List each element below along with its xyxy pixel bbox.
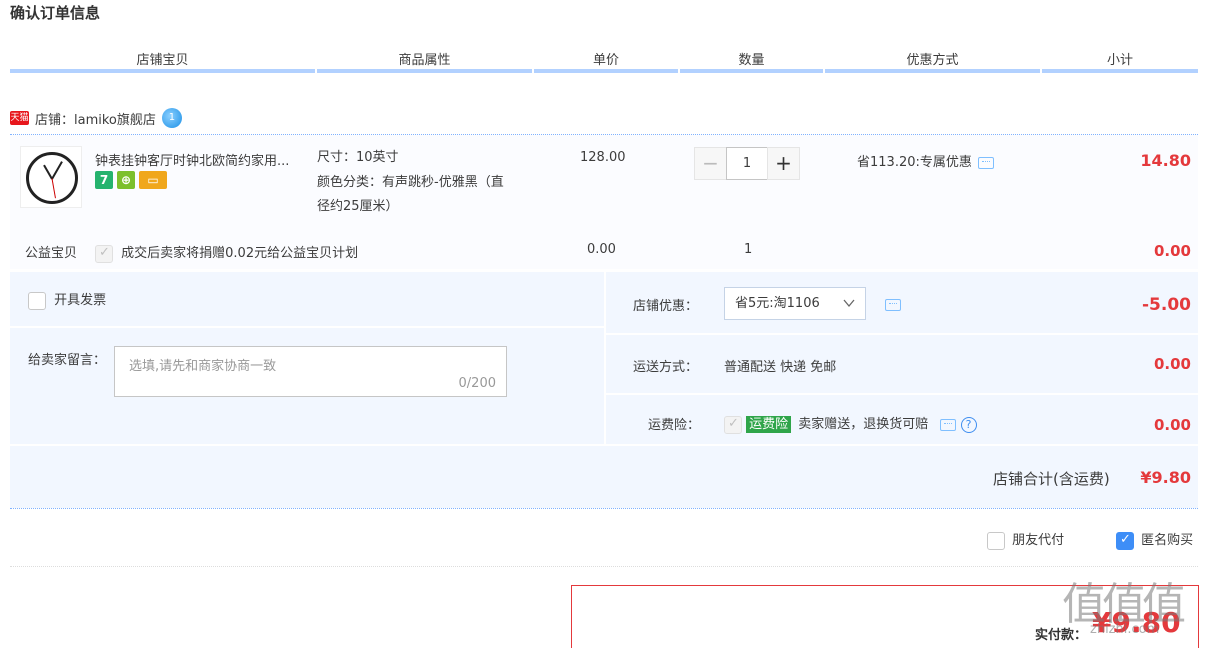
shop-discount-select[interactable]: 省5元:淘1106	[724, 287, 866, 320]
charity-checkbox	[95, 244, 113, 263]
memo-placeholder: 选填,请先和商家协商一致	[129, 359, 277, 374]
quantity-stepper: − 1 +	[694, 147, 800, 180]
page-title: 确认订单信息	[10, 4, 101, 22]
divider	[606, 393, 1198, 395]
comment-icon[interactable]	[885, 298, 901, 311]
attr-color-cont: 径约25厘米）	[317, 199, 399, 214]
header-underline	[317, 69, 532, 73]
shop-total-amount: ¥9.80	[1140, 468, 1191, 487]
shop-discount-label: 店铺优惠：	[633, 299, 699, 314]
chevron-down-icon	[843, 299, 855, 308]
invoice-label: 开具发票	[54, 293, 107, 308]
watermark-url: zhizhi.com	[1090, 622, 1160, 637]
comment-icon[interactable]	[977, 156, 994, 169]
attr-color: 颜色分类：有声跳秒-优雅黑（直	[317, 175, 504, 190]
shop-discount-value: 省5元:淘1106	[735, 296, 820, 311]
shop-total-label: 店铺合计(含运费)	[993, 470, 1110, 488]
header-underline	[10, 69, 315, 73]
column-header-subtotal: 小计	[1106, 53, 1133, 68]
product-title-link[interactable]: 钟表挂钟客厅时钟北欧简约家用...	[95, 150, 310, 169]
divider	[604, 272, 606, 444]
service-icons: 7 ⊕ ▭	[95, 171, 167, 189]
charity-subtotal: 0.00	[1153, 242, 1191, 260]
freight-insurance-badge: 运费险	[746, 416, 792, 433]
quantity-input[interactable]: 1	[726, 147, 768, 180]
charity-price: 0.00	[587, 242, 616, 257]
column-header-quantity: 数量	[738, 53, 765, 68]
column-header-attributes: 商品属性	[398, 53, 451, 68]
header-underline	[680, 69, 823, 73]
divider	[10, 444, 1198, 446]
shop-name-link[interactable]: 店铺：lamiko旗舰店	[35, 109, 156, 128]
anonymous-label: 匿名购买	[1141, 533, 1194, 548]
shipping-label: 运送方式：	[633, 360, 699, 375]
freight-insurance-checkbox	[724, 415, 742, 434]
column-header-discount: 优惠方式	[906, 53, 959, 68]
credit-card-icon[interactable]: ▭	[139, 171, 167, 189]
increase-button[interactable]: +	[767, 147, 800, 180]
attr-size: 尺寸：10英寸	[317, 150, 399, 165]
shop-discount-amount: -5.00	[1142, 295, 1191, 315]
tmall-icon: 天猫	[10, 111, 29, 125]
invoice-option[interactable]: 开具发票	[28, 289, 106, 310]
freight-insurance-option: 运费险 卖家赠送，退换货可赔 ?	[724, 413, 977, 434]
friend-pay-checkbox[interactable]	[987, 531, 1005, 550]
divider	[10, 508, 1198, 509]
column-header-item: 店铺宝贝	[136, 53, 189, 68]
promo-info: 省113.20:专属优惠	[857, 151, 994, 170]
invoice-checkbox[interactable]	[28, 291, 46, 310]
divider	[606, 333, 1198, 335]
product-thumbnail[interactable]	[20, 146, 82, 208]
column-header-price: 单价	[592, 53, 619, 68]
friend-pay-option[interactable]: 朋友代付	[987, 529, 1064, 550]
freight-insurance-text: 卖家赠送，退换货可赔	[798, 417, 929, 432]
shipping-method: 普通配送 快递 免邮	[724, 360, 837, 375]
freight-insurance-label: 运费险：	[648, 418, 701, 433]
charity-text: 成交后卖家将捐赠0.02元给公益宝贝计划	[121, 246, 359, 261]
memo-textarea[interactable]: 选填,请先和商家协商一致 0/200	[114, 346, 507, 397]
unit-price: 128.00	[580, 150, 626, 165]
divider	[10, 326, 604, 328]
anonymous-option[interactable]: 匿名购买	[1116, 529, 1193, 550]
divider	[10, 566, 1198, 567]
help-icon[interactable]: ?	[960, 416, 977, 433]
seven-day-return-icon[interactable]: 7	[95, 171, 113, 189]
shipping-amount: 0.00	[1153, 355, 1191, 373]
memo-counter: 0/200	[458, 376, 496, 391]
charity-qty: 1	[744, 242, 753, 257]
guarantee-icon[interactable]: ⊕	[117, 171, 135, 189]
charity-label: 公益宝贝	[25, 246, 78, 261]
item-subtotal: 14.80	[1140, 151, 1191, 170]
wangwang-chat-icon[interactable]: 1	[161, 108, 182, 128]
promo-text: 省113.20:专属优惠	[857, 155, 972, 170]
header-underline	[825, 69, 1040, 73]
charity-option: 成交后卖家将捐赠0.02元给公益宝贝计划	[95, 242, 358, 263]
clock-image-icon	[26, 152, 78, 204]
header-underline	[534, 69, 678, 73]
freight-insurance-amount: 0.00	[1153, 416, 1191, 434]
memo-label: 给卖家留言：	[28, 353, 107, 368]
shop-header: 天猫 店铺：lamiko旗舰店 1	[10, 108, 182, 128]
header-underline	[1042, 69, 1198, 73]
anonymous-checkbox[interactable]	[1116, 531, 1134, 550]
friend-pay-label: 朋友代付	[1012, 533, 1065, 548]
comment-icon[interactable]	[940, 418, 957, 431]
decrease-button[interactable]: −	[694, 147, 727, 180]
